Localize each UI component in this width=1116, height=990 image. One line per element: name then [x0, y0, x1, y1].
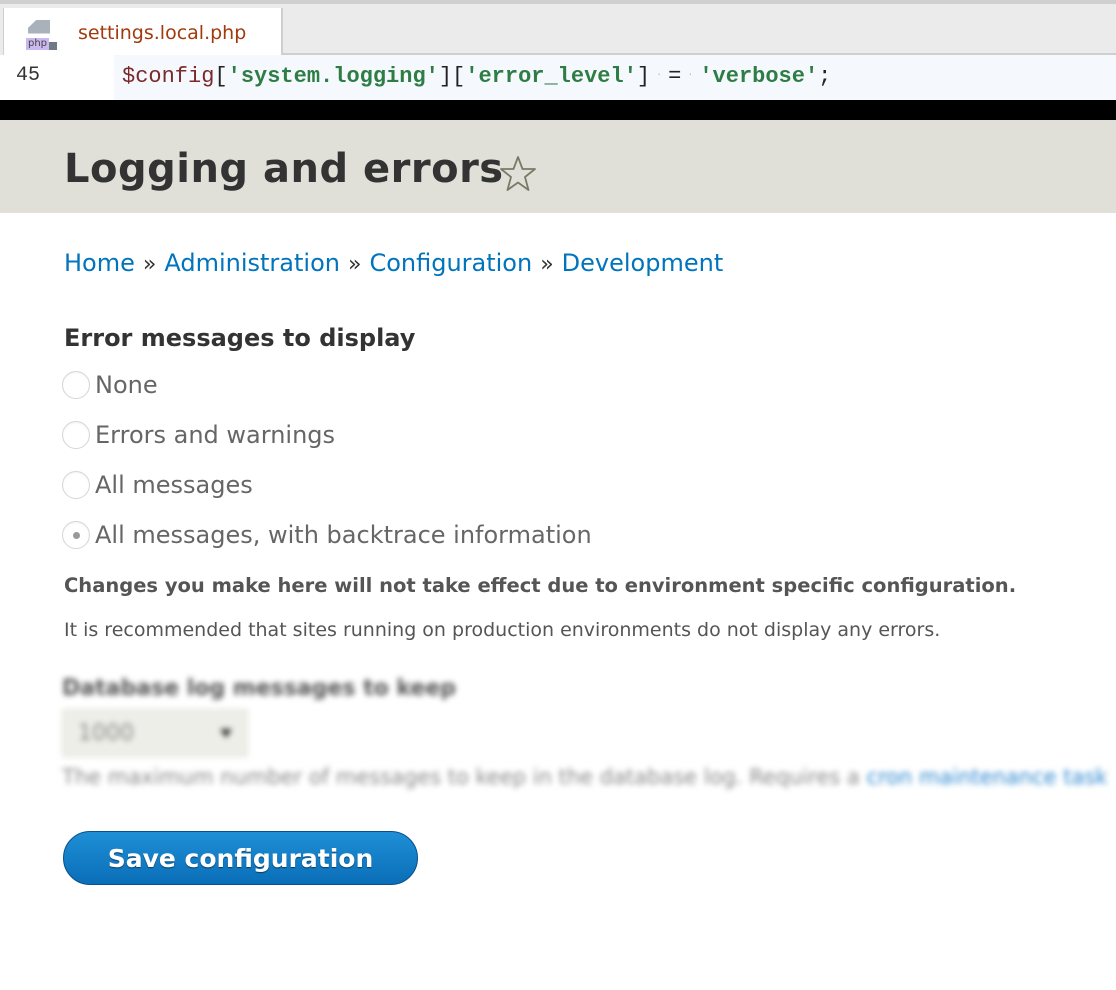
- page-header: Logging and errors: [0, 120, 1116, 213]
- editor-tab-bar: php settings.local.php: [0, 0, 1116, 57]
- error-messages-legend: Error messages to display: [64, 324, 416, 352]
- radio-label: All messages, with backtrace information: [95, 521, 592, 549]
- db-log-select[interactable]: 1000: [62, 709, 248, 757]
- breadcrumb: Home » Administration » Configuration » Develo…: [64, 249, 723, 277]
- code-line[interactable]: 45 $config['system.logging']['error_leve…: [0, 55, 1116, 100]
- radio-button[interactable]: [62, 371, 90, 399]
- tab-title: settings.local.php: [78, 21, 247, 44]
- file-page-icon: [28, 19, 50, 34]
- page-title: Logging and errors: [64, 146, 504, 192]
- breadcrumb-home[interactable]: Home: [64, 249, 135, 277]
- code-bracket: ][: [438, 63, 466, 89]
- php-badge: php: [26, 37, 50, 50]
- whitespace-dot: ·: [681, 70, 700, 81]
- radio-label: Errors and warnings: [95, 421, 336, 449]
- code-value: 'verbose': [699, 63, 819, 89]
- radio-button[interactable]: [62, 471, 90, 499]
- override-warning: Changes you make here will not take effe…: [64, 574, 1017, 597]
- code-bracket: ]: [636, 63, 651, 89]
- radio-option-all-messages-backtrace[interactable]: All messages, with backtrace information: [62, 521, 592, 549]
- whitespace-dot: ·: [650, 70, 669, 81]
- breadcrumb-separator: »: [347, 252, 362, 277]
- breadcrumb-separator: »: [142, 252, 157, 277]
- code-variable: $config: [122, 63, 215, 89]
- code-operator: =: [668, 63, 682, 89]
- radio-button[interactable]: [62, 421, 90, 449]
- breadcrumb-development[interactable]: Development: [562, 249, 724, 277]
- radio-label: All messages: [95, 471, 253, 499]
- line-number: 45: [0, 55, 114, 100]
- breadcrumb-separator: »: [540, 252, 554, 277]
- radio-option-all-messages[interactable]: All messages: [62, 471, 253, 499]
- save-configuration-button[interactable]: Save configuration: [63, 831, 418, 885]
- dropdown-arrow-icon: [220, 728, 232, 738]
- radio-button-checked[interactable]: [62, 521, 90, 549]
- divider-bar: [0, 100, 1116, 120]
- star-icon[interactable]: [498, 154, 538, 194]
- field-description: It is recommended that sites running on …: [64, 619, 941, 641]
- db-log-help-text: The maximum number of messages to keep i…: [62, 765, 867, 789]
- php-file-icon: php: [24, 16, 57, 50]
- radio-option-errors-and-warnings[interactable]: Errors and warnings: [62, 421, 335, 449]
- code-editor: php settings.local.php 45 $config['syste…: [0, 0, 1116, 100]
- db-log-selected-value: 1000: [78, 720, 134, 746]
- lock-icon: [49, 41, 57, 50]
- db-log-help: The maximum number of messages to keep i…: [62, 765, 1107, 789]
- breadcrumb-configuration[interactable]: Configuration: [369, 249, 532, 277]
- db-log-label: Database log messages to keep: [62, 676, 457, 701]
- radio-label: None: [95, 371, 158, 399]
- code-bracket: [: [214, 63, 228, 89]
- radio-option-none[interactable]: None: [62, 371, 158, 399]
- db-log-section: Database log messages to keep 1000 The m…: [62, 676, 1107, 789]
- editor-tab-settings-local-php[interactable]: php settings.local.php: [4, 8, 283, 57]
- breadcrumb-administration[interactable]: Administration: [164, 249, 340, 277]
- code-key-1: 'system.logging': [227, 63, 439, 89]
- code-semicolon: ;: [818, 63, 832, 89]
- cron-link[interactable]: cron maintenance task: [866, 765, 1107, 789]
- code-key-2: 'error_level': [465, 63, 637, 89]
- code-text[interactable]: $config['system.logging']['error_level']…: [114, 55, 1116, 100]
